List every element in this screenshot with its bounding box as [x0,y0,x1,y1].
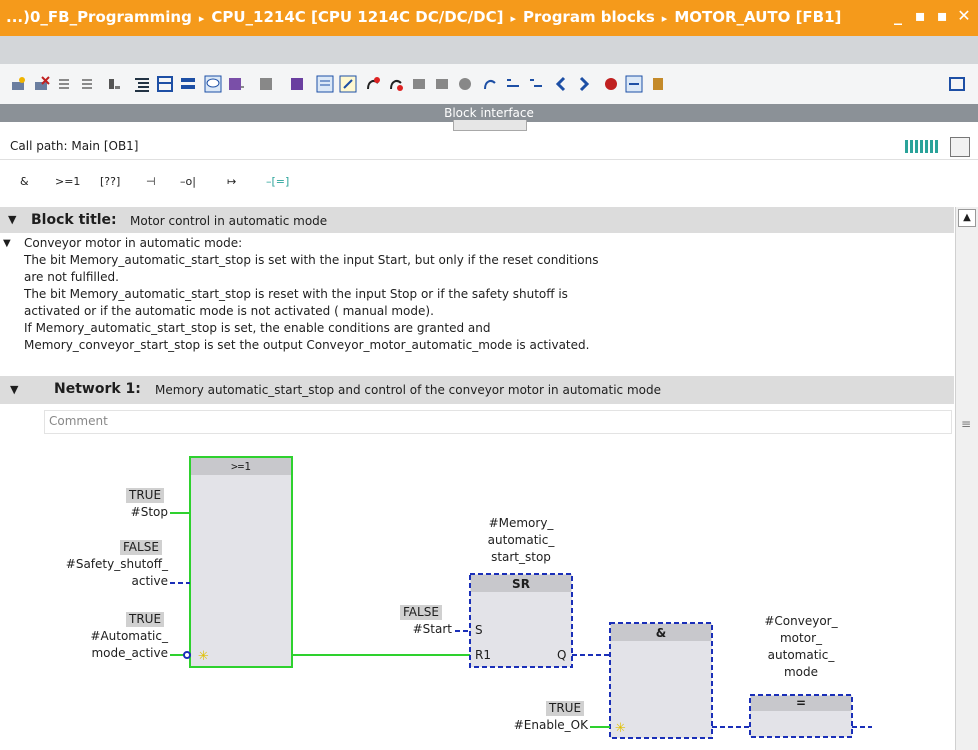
monitor-icon[interactable] [258,75,276,93]
stop-state-badge: TRUE [126,488,165,503]
breadcrumb-block[interactable]: MOTOR_AUTO [FB1] [674,8,841,26]
or-box-button[interactable]: >=1 [55,175,80,188]
breadcrumb-program-blocks[interactable]: Program blocks [523,8,655,26]
auto-operand-line2[interactable]: mode_active [20,645,168,662]
show-branches-icon[interactable] [504,75,522,93]
favorites-icon[interactable] [316,75,334,93]
breadcrumb-separator: ▸ [198,12,205,25]
hide-branches-icon[interactable] [527,75,545,93]
safety-state-badge: FALSE [120,540,162,555]
download-icon[interactable] [433,75,451,93]
minimize-button[interactable]: _ [890,6,906,26]
sr-pin-r1: R1 [475,648,491,662]
sr-pin-s: S [475,623,483,637]
add-row-icon[interactable] [79,75,97,93]
network-view-icon[interactable] [156,75,174,93]
breadcrumb-separator: ▸ [510,12,516,25]
absolute-address-icon[interactable] [227,75,245,93]
negation-circle-icon [183,651,191,659]
editor-toolbar [0,64,978,105]
instruction-toolbar: & >=1 [??] ⊣ –o| ↦ –[=] [0,160,978,206]
data-block-icon[interactable] [650,75,668,93]
or-block-label: >=1 [231,460,251,473]
safety-operand-line2[interactable]: active [20,573,168,590]
conveyor-operand-line1[interactable]: #Conveyor_ [741,613,861,630]
scroll-up-icon[interactable]: ▲ [958,209,976,227]
float-button[interactable]: ▪ [912,6,928,26]
auto-operand-line1[interactable]: #Automatic_ [20,628,168,645]
and-block-label: & [655,626,667,640]
assign-block-label: = [795,696,807,710]
insert-input-star-icon[interactable]: ✳ [198,649,209,664]
open-branch-icon[interactable] [106,75,124,93]
conveyor-operand-line4[interactable]: mode [741,664,861,681]
input-button[interactable]: ⊣ [146,175,156,188]
call-path-icon[interactable] [950,137,970,157]
split-view-icon[interactable] [948,75,966,93]
close-button[interactable]: ✕ [956,6,972,26]
memory-operand-line2[interactable]: automatic_ [460,532,582,549]
editor-header-band [0,36,978,64]
sr-block-label: SR [512,577,530,591]
enable-operand[interactable]: #Enable_OK [470,717,588,734]
block-interface-label: Block interface [444,106,534,120]
window-controls: _ ▪ ▪ ✕ [890,6,972,26]
memory-operand-line3[interactable]: start_stop [460,549,582,566]
status-bars-icon [905,140,938,153]
breadcrumb: ...)0_FB_Programming ▸ CPU_1214C [CPU 1214… [6,8,841,26]
tag-info-icon[interactable] [289,75,307,93]
compare-icon[interactable] [410,75,428,93]
delete-network-icon[interactable] [33,75,51,93]
call-path-text: Call path: Main [OB1] [10,139,139,153]
insert-network-icon[interactable] [10,75,28,93]
conveyor-operand-line3[interactable]: automatic_ [741,647,861,664]
empty-box-button[interactable]: [??] [100,175,120,188]
stop-operand[interactable]: #Stop [60,504,168,521]
memory-operand-line1[interactable]: #Memory_ [460,515,582,532]
title-bar: ...)0_FB_Programming ▸ CPU_1214C [CPU 1214… [0,0,978,36]
start-operand[interactable]: #Start [380,621,452,638]
sr-pin-q: Q [557,648,567,662]
assignment-button[interactable]: –[=] [266,175,289,188]
go-to-previous-error-icon[interactable] [364,75,382,93]
conveyor-operand-line2[interactable]: motor_ [741,630,861,647]
breadcrumb-cpu[interactable]: CPU_1214C [CPU 1214C DC/DC/DC] [211,8,503,26]
maximize-button[interactable]: ▪ [934,6,950,26]
and-box-button[interactable]: & [20,175,29,188]
compile-icon[interactable] [456,75,474,93]
insert-input-star-icon[interactable]: ✳ [615,721,626,736]
comment-icon[interactable] [204,75,222,93]
enable-state-badge: TRUE [546,701,585,716]
scroll-grip-icon[interactable]: ≡ [961,417,971,431]
insert-row-icon[interactable] [56,75,74,93]
safety-operand-line1[interactable]: #Safety_shutoff_ [20,556,168,573]
start-state-badge: FALSE [400,605,442,620]
go-to-declaration-icon[interactable] [481,75,499,93]
monitoring-icon[interactable] [625,75,643,93]
next-network-icon[interactable] [575,75,593,93]
or-block[interactable] [189,456,293,668]
splitter-handle[interactable] [453,120,527,131]
indent-icon[interactable] [133,75,151,93]
collapse-icon[interactable] [179,75,197,93]
instruction-profile-icon[interactable] [339,75,357,93]
go-to-next-error-icon[interactable] [387,75,405,93]
branch-button[interactable]: ↦ [227,175,236,188]
auto-state-badge: TRUE [126,612,165,627]
negated-input-button[interactable]: –o| [180,175,196,188]
previous-network-icon[interactable] [552,75,570,93]
modify-icon[interactable] [602,75,620,93]
vertical-scrollbar[interactable]: ▲ ≡ [955,207,978,750]
program-editor: ▼ Block title: Motor control in automati… [0,207,954,750]
breadcrumb-project[interactable]: ...)0_FB_Programming [6,8,192,26]
call-path-bar: Call path: Main [OB1] [0,133,978,160]
breadcrumb-separator: ▸ [661,12,668,25]
